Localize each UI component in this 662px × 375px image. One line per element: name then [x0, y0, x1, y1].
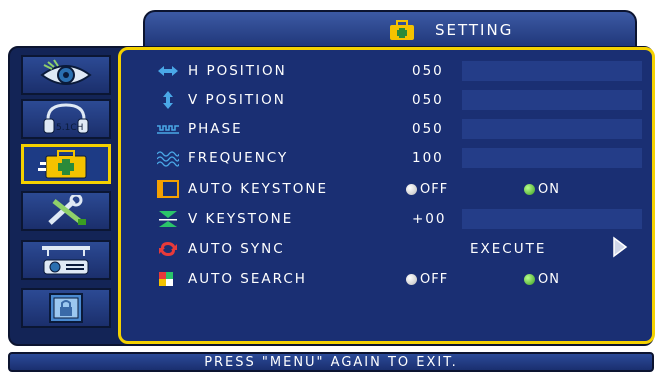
sync-arrows-icon: [156, 240, 180, 258]
h-position-value: 050: [412, 63, 444, 79]
auto-search-row[interactable]: AUTO SEARCH OFF ON: [156, 268, 646, 290]
wrench-screwdriver-icon: [48, 195, 86, 225]
auto-search-on-radio[interactable]: ON: [524, 272, 560, 287]
auto-search-off-label: OFF: [420, 271, 449, 287]
toolbox-cross-icon: [38, 150, 87, 179]
h-position-label: H POSITION: [188, 63, 287, 79]
phase-wave-icon: [156, 120, 180, 138]
radio-off-icon: [406, 183, 417, 195]
horizontal-arrows-icon: [156, 62, 180, 80]
v-position-value: 050: [412, 92, 444, 108]
menu-title-tab: SETTING: [143, 10, 637, 48]
phase-label: PHASE: [188, 121, 243, 137]
frequency-row[interactable]: FREQUENCY 100: [156, 147, 646, 169]
eye-icon: [40, 59, 92, 85]
radio-off-icon: [406, 273, 417, 285]
auto-keystone-off-label: OFF: [420, 181, 449, 197]
toolbox-cross-icon: [390, 20, 414, 40]
auto-keystone-label: AUTO KEYSTONE: [188, 181, 328, 197]
svg-text:5.1CH: 5.1CH: [56, 123, 83, 133]
frequency-value: 100: [412, 150, 444, 166]
v-keystone-icon: [156, 210, 180, 228]
frequency-slider[interactable]: [462, 148, 642, 168]
v-keystone-value: +00: [412, 211, 447, 227]
v-keystone-label: V KEYSTONE: [188, 211, 294, 227]
h-position-row[interactable]: H POSITION 050: [156, 60, 646, 82]
search-color-icon: [156, 270, 180, 288]
v-position-row[interactable]: V POSITION 050: [156, 89, 646, 111]
footer-hint: PRESS "MENU" AGAIN TO EXIT.: [8, 352, 654, 372]
sidebar-item-tools[interactable]: [21, 191, 111, 231]
h-position-slider[interactable]: [462, 61, 642, 81]
sidebar-item-image[interactable]: [21, 55, 111, 95]
headphones-icon: 5.1CH: [43, 103, 89, 134]
radio-on-icon: [524, 273, 535, 285]
auto-search-off-radio[interactable]: OFF: [406, 272, 448, 287]
v-keystone-row[interactable]: V KEYSTONE +00: [156, 208, 646, 230]
v-keystone-slider[interactable]: [462, 209, 642, 229]
play-arrow-icon[interactable]: [612, 236, 628, 258]
v-position-label: V POSITION: [188, 92, 286, 108]
frequency-wave-icon: [156, 149, 180, 167]
auto-search-label: AUTO SEARCH: [188, 271, 307, 287]
phase-row[interactable]: PHASE 050: [156, 118, 646, 140]
page-title: SETTING: [435, 21, 514, 39]
phase-slider[interactable]: [462, 119, 642, 139]
auto-keystone-off-radio[interactable]: OFF: [406, 182, 448, 197]
auto-sync-label: AUTO SYNC: [188, 241, 285, 257]
auto-keystone-on-radio[interactable]: ON: [524, 182, 560, 197]
sidebar-item-lock[interactable]: [21, 288, 111, 328]
sidebar-item-audio[interactable]: 5.1CH: [21, 99, 111, 139]
vertical-arrows-icon: [156, 91, 180, 109]
sidebar-item-setting[interactable]: [21, 144, 111, 184]
radio-on-icon: [524, 183, 535, 195]
sidebar-item-projector[interactable]: [21, 240, 111, 280]
phase-value: 050: [412, 121, 444, 137]
keystone-frame-icon: [156, 180, 180, 198]
auto-sync-row[interactable]: AUTO SYNC EXECUTE: [156, 236, 646, 260]
auto-keystone-on-label: ON: [538, 181, 560, 197]
lock-icon: [49, 293, 83, 323]
projector-icon: [42, 246, 90, 275]
v-position-slider[interactable]: [462, 90, 642, 110]
frequency-label: FREQUENCY: [188, 150, 289, 166]
auto-sync-execute-label[interactable]: EXECUTE: [470, 241, 546, 257]
auto-keystone-row[interactable]: AUTO KEYSTONE OFF ON: [156, 178, 646, 200]
auto-search-on-label: ON: [538, 271, 560, 287]
